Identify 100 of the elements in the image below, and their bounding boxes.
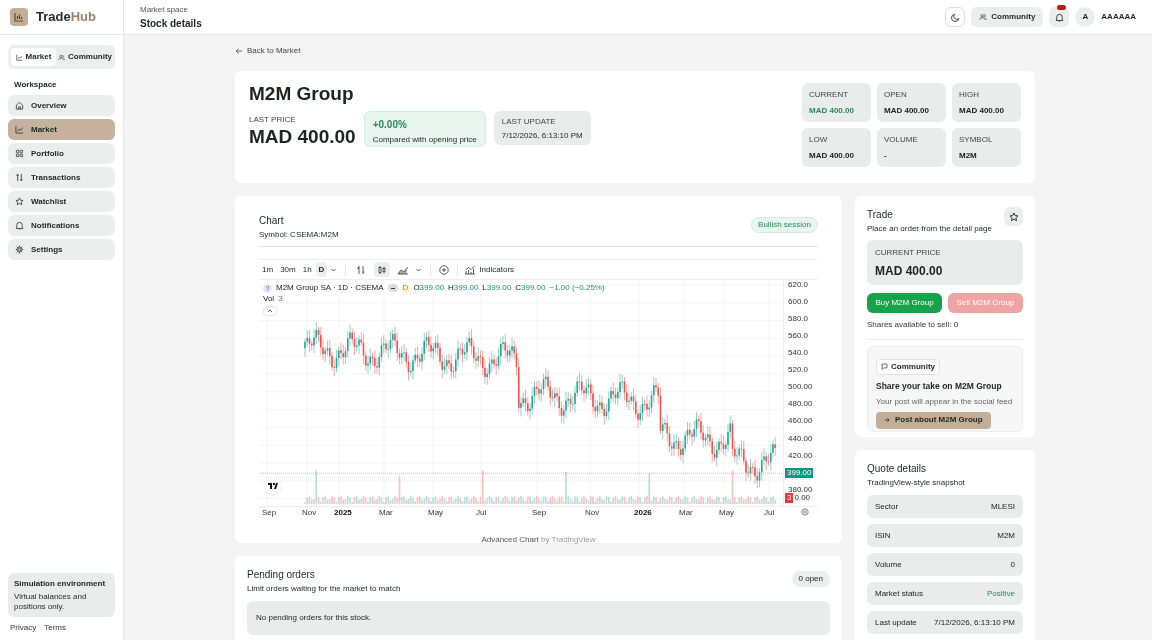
- section-label: Workspace: [13, 79, 58, 91]
- stat-value: MAD 400.00: [809, 105, 855, 117]
- price-tick: 600.0: [788, 296, 809, 306]
- settings-icon: [15, 245, 24, 254]
- interval-button[interactable]: 30m: [277, 262, 299, 277]
- last-price-label: LAST PRICE: [249, 114, 297, 126]
- stat-label: OPEN: [884, 89, 908, 101]
- add-icon[interactable]: [439, 264, 450, 275]
- indicators-button[interactable]: Indicators: [464, 263, 515, 276]
- last-price: MAD 400.00: [249, 126, 356, 148]
- watchlist-button[interactable]: [1004, 207, 1023, 226]
- arrow-left-icon: [235, 47, 243, 55]
- time-label: May: [428, 508, 444, 518]
- chart-credit: Advanced Chart by TradingView: [481, 535, 596, 544]
- users-icon: [58, 53, 65, 61]
- volume-label: Vol: [263, 293, 275, 305]
- page-title: Stock details: [140, 16, 202, 31]
- price-tick: 440.00: [788, 433, 813, 443]
- post-button[interactable]: Post about M2M Group: [876, 411, 991, 429]
- indicators-icon: [464, 264, 476, 275]
- time-label: Mar: [379, 508, 393, 518]
- stat-label: SYMBOL: [959, 134, 994, 146]
- nav-item[interactable]: Overview: [8, 95, 115, 116]
- open-count: 0 open: [791, 571, 830, 587]
- change-note: Compared with opening price: [372, 134, 477, 146]
- community-button[interactable]: Community: [971, 7, 1044, 27]
- notifications-button[interactable]: [1049, 7, 1070, 27]
- volume-value: 3: [278, 293, 283, 305]
- trade-subtitle: Place an order from the detail page: [867, 223, 992, 235]
- footer-link[interactable]: Terms: [44, 622, 66, 634]
- theme-toggle-button[interactable]: [945, 7, 966, 27]
- collapse-pill[interactable]: [387, 284, 398, 292]
- candles-button[interactable]: [374, 262, 391, 277]
- price-tick: 520.0: [788, 365, 809, 375]
- stat-label: HIGH: [959, 89, 980, 101]
- ohlc-value: L399.00: [482, 282, 512, 294]
- quote-title: Quote details: [867, 462, 927, 476]
- user-name: AAAAAA: [1101, 11, 1136, 23]
- quote-value: 0: [1010, 558, 1015, 571]
- quote-value: MLESI: [991, 500, 1015, 513]
- empty-message: No pending orders for this stock.: [256, 612, 372, 624]
- time-label: Jul: [764, 508, 775, 518]
- quote-label: Sector: [875, 500, 899, 513]
- quote-value: 7/12/2026, 6:13:10 PM: [934, 616, 1015, 629]
- brand-name: TradeHub: [36, 8, 96, 27]
- back-link[interactable]: Back to Market: [235, 45, 301, 57]
- time-label: Nov: [585, 508, 600, 518]
- chat-bubble-icon: [881, 363, 888, 370]
- time-label: Nov: [302, 508, 317, 518]
- logo-icon: [10, 8, 28, 26]
- interval-button[interactable]: 1m: [259, 262, 277, 277]
- view-switch-tab[interactable]: Market: [11, 48, 56, 66]
- interval-button[interactable]: D: [315, 262, 328, 277]
- volume-badge: 3: [785, 493, 794, 503]
- nav-item[interactable]: Transactions: [8, 167, 115, 188]
- collapse-button[interactable]: [263, 306, 277, 316]
- update-label: LAST UPDATE: [501, 116, 557, 128]
- pending-subtitle: Limit orders waiting for the market to match: [247, 583, 401, 595]
- line-chart-icon: [15, 53, 23, 61]
- community-title: Share your take on M2M Group: [876, 380, 1003, 393]
- arrow-right-icon: [884, 417, 890, 424]
- candles-icon: [377, 264, 388, 275]
- nav-item[interactable]: Portfolio: [8, 143, 115, 164]
- notice-text: Virtual balances and positions only.: [14, 592, 88, 612]
- quote-value: Positive: [987, 587, 1015, 600]
- price-tick: 0.00: [794, 493, 811, 503]
- change-value: −1.00 (−0.25%): [549, 282, 605, 294]
- ohlc-value: O399.00: [413, 282, 445, 294]
- quote-value: M2M: [997, 529, 1015, 542]
- stat-label: VOLUME: [884, 134, 919, 146]
- nav-item[interactable]: Notifications: [8, 215, 115, 236]
- nav-item[interactable]: Settings: [8, 239, 115, 260]
- price-tick: 580.0: [788, 313, 809, 323]
- ohlc-value: H399.00: [448, 282, 479, 294]
- pending-title: Pending orders: [247, 568, 316, 582]
- view-switch-tab[interactable]: Community: [58, 48, 112, 66]
- time-label: Sep: [532, 508, 547, 518]
- change-percent: +0.00%: [372, 118, 408, 132]
- home-icon: [15, 101, 24, 110]
- chart-subtitle: Symbol: CSEMA:M2M: [259, 229, 339, 241]
- nav-item[interactable]: Watchlist: [8, 191, 115, 212]
- bar-compare-icon[interactable]: [356, 264, 367, 275]
- price-tick: 480.00: [788, 399, 813, 409]
- trade-title: Trade: [867, 208, 894, 222]
- interval-button[interactable]: 1h: [299, 262, 315, 277]
- area-chart-icon[interactable]: [397, 264, 410, 275]
- update-value: 7/12/2026, 6:13:10 PM: [501, 130, 583, 142]
- quote-label: Market status: [875, 587, 923, 600]
- chevron-up-icon: [267, 309, 273, 313]
- ohlc-value: C399.00: [515, 282, 546, 294]
- stat-value: MAD 400.00: [884, 105, 930, 117]
- nav-item[interactable]: Market: [8, 119, 115, 140]
- stat-value: -: [884, 150, 888, 162]
- footer-link[interactable]: Privacy: [10, 622, 37, 634]
- price-tick: 620.0: [788, 279, 809, 289]
- settings-icon: [801, 508, 809, 516]
- line-chart-icon: [15, 125, 24, 134]
- avatar[interactable]: A: [1075, 7, 1096, 27]
- quote-label: ISIN: [875, 529, 891, 542]
- last-price-badge: 399.00: [785, 468, 814, 479]
